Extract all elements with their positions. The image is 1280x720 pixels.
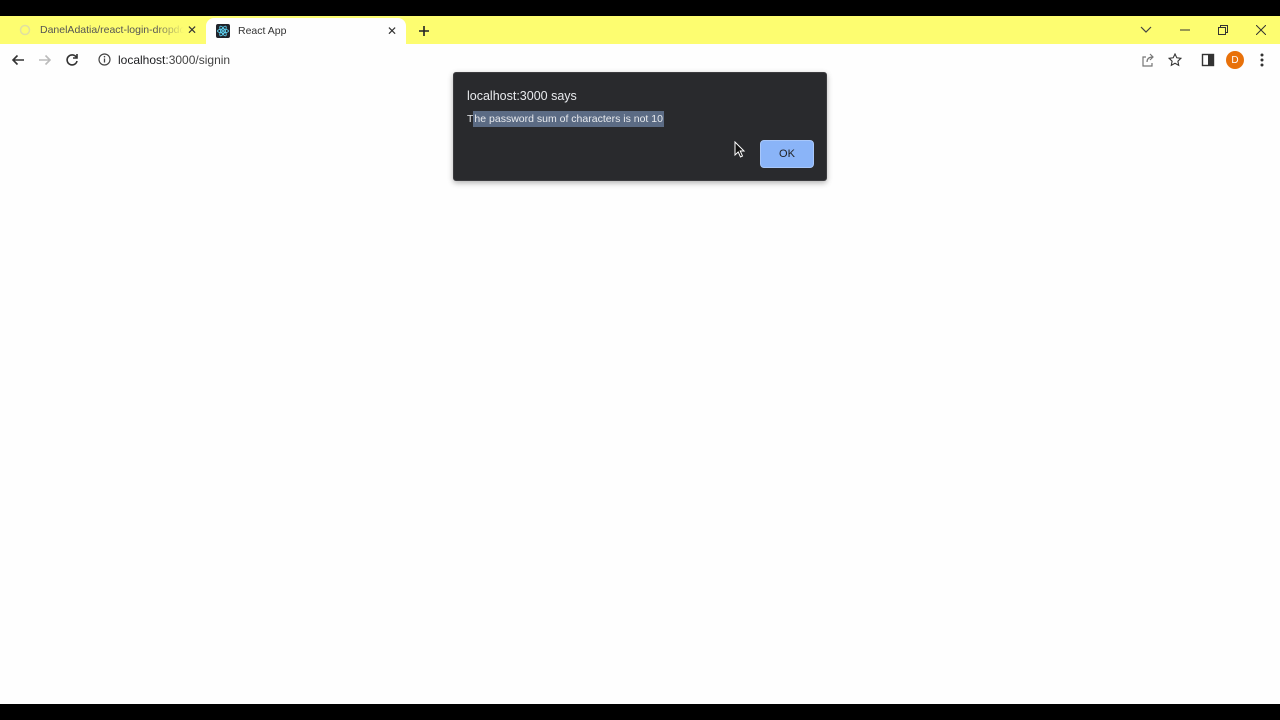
tab-github[interactable]: DanelAdatia/react-login-dropdo ✕ [8, 16, 206, 44]
side-panel-icon[interactable] [1198, 50, 1218, 70]
url-host: localhost [118, 53, 166, 67]
loading-spinner-icon [18, 23, 32, 37]
restore-icon[interactable] [1204, 16, 1242, 44]
close-tab-icon[interactable]: ✕ [384, 23, 400, 39]
tab-search-chevron-icon[interactable] [1136, 20, 1156, 40]
tab-strip: DanelAdatia/react-login-dropdo ✕ React A… [0, 16, 1280, 44]
bottom-letterbox [0, 704, 1280, 720]
tab-title: DanelAdatia/react-login-dropdo [40, 24, 184, 36]
site-info-icon[interactable] [98, 53, 111, 66]
back-arrow-icon[interactable] [8, 50, 28, 70]
new-tab-button[interactable] [414, 21, 434, 41]
alert-dialog: localhost:3000 says The password sum of … [453, 72, 827, 181]
profile-avatar[interactable]: D [1226, 51, 1244, 69]
close-window-icon[interactable] [1242, 16, 1280, 44]
bookmark-star-icon[interactable] [1165, 50, 1185, 70]
minimize-icon[interactable] [1166, 16, 1204, 44]
tab-title: React App [238, 25, 287, 37]
forward-arrow-icon[interactable] [35, 50, 55, 70]
url-path: :3000/signin [165, 53, 231, 67]
address-bar[interactable]: localhost:3000/signin [118, 53, 230, 67]
close-tab-icon[interactable]: ✕ [184, 22, 200, 38]
kebab-menu-icon[interactable] [1252, 50, 1272, 70]
tab-react-app[interactable]: React App ✕ [206, 18, 406, 44]
share-icon[interactable] [1138, 50, 1158, 70]
react-logo-icon [216, 24, 230, 38]
mouse-pointer-icon [734, 140, 746, 159]
alert-title: localhost:3000 says [467, 89, 577, 103]
top-letterbox [0, 0, 1280, 16]
alert-message-selected: he password sum of characters is not 10 [473, 111, 664, 127]
ok-button[interactable]: OK [760, 140, 814, 168]
reload-icon[interactable] [62, 50, 82, 70]
alert-message[interactable]: The password sum of characters is not 10 [467, 111, 664, 127]
